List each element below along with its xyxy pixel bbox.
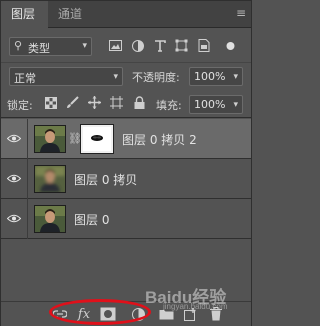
fill-value: 100% xyxy=(194,98,226,111)
layer-row[interactable]: 图层 0 xyxy=(1,199,251,239)
shape-filter-icon[interactable] xyxy=(173,37,190,54)
search-icon: ⚲ xyxy=(14,39,23,52)
tab-channels[interactable]: 通道 xyxy=(48,1,94,28)
visibility-toggle[interactable] xyxy=(1,119,28,159)
layer-row[interactable]: 图层 0 拷贝 xyxy=(1,159,251,199)
visibility-toggle[interactable] xyxy=(1,199,28,239)
layer-thumbnail[interactable] xyxy=(34,165,66,193)
lock-fill-row: 锁定: 填充: 100% ▾ xyxy=(1,91,251,118)
type-filter-icon[interactable] xyxy=(151,37,168,54)
layer-list: ⛓ 图层 0 拷贝 2 图层 0 拷贝 图层 0 xyxy=(1,119,251,301)
chevron-down-icon: ▾ xyxy=(233,100,238,110)
smart-object-filter-icon[interactable] xyxy=(195,37,212,54)
blend-mode-select[interactable]: 正常 ▾ xyxy=(9,67,123,86)
link-chain-icon[interactable]: ⛓ xyxy=(68,132,82,145)
layer-thumbnail[interactable] xyxy=(34,125,66,153)
fill-label: 填充: xyxy=(156,99,182,112)
layers-panel: 图层 通道 ≡ ⚲ 类型 ▾ 正常 ▾ 不透明度: 100% ▾ 锁定: 填充:… xyxy=(0,0,252,326)
chevron-down-icon: ▾ xyxy=(113,72,118,82)
lock-artboard-icon[interactable] xyxy=(109,95,124,110)
chevron-down-icon: ▾ xyxy=(233,72,238,82)
lock-transparency-icon[interactable] xyxy=(43,95,58,110)
adjustment-filter-icon[interactable] xyxy=(129,37,146,54)
watermark-url: jingyan.baidu.com xyxy=(163,302,228,311)
layer-name[interactable]: 图层 0 xyxy=(74,211,109,228)
image-filter-icon[interactable] xyxy=(107,37,124,54)
visibility-toggle[interactable] xyxy=(1,159,28,199)
panel-tab-bar: 图层 通道 ≡ xyxy=(1,1,251,28)
fill-field[interactable]: 100% ▾ xyxy=(189,95,243,114)
lock-pixels-brush-icon[interactable] xyxy=(65,95,80,110)
tab-layers[interactable]: 图层 xyxy=(1,1,48,28)
highlight-ellipse-annotation xyxy=(49,299,151,325)
layer-name[interactable]: 图层 0 拷贝 xyxy=(74,171,137,188)
lock-label: 锁定: xyxy=(7,99,33,112)
lock-all-icon[interactable] xyxy=(132,95,147,110)
eye-icon xyxy=(6,172,22,186)
eye-icon xyxy=(6,212,22,226)
filter-kind-select[interactable]: ⚲ 类型 ▾ xyxy=(9,37,92,56)
panel-menu-icon[interactable]: ≡ xyxy=(233,5,249,21)
eye-icon xyxy=(6,132,22,146)
layer-thumbnail[interactable] xyxy=(34,205,66,233)
opacity-label: 不透明度: xyxy=(132,71,180,84)
opacity-value: 100% xyxy=(194,70,226,83)
chevron-down-icon: ▾ xyxy=(82,41,87,51)
layer-filter-row: ⚲ 类型 ▾ xyxy=(1,29,251,63)
layer-row[interactable]: ⛓ 图层 0 拷贝 2 xyxy=(1,119,251,159)
filter-toggle-icon[interactable] xyxy=(222,37,239,54)
lock-position-move-icon[interactable] xyxy=(87,95,102,110)
layer-mask-thumbnail[interactable] xyxy=(80,124,114,154)
blend-opacity-row: 正常 ▾ 不透明度: 100% ▾ xyxy=(1,63,251,90)
layer-name[interactable]: 图层 0 拷贝 2 xyxy=(122,131,197,148)
blend-mode-value: 正常 xyxy=(14,72,36,85)
opacity-field[interactable]: 100% ▾ xyxy=(189,67,243,86)
filter-kind-label: 类型 xyxy=(28,42,50,55)
